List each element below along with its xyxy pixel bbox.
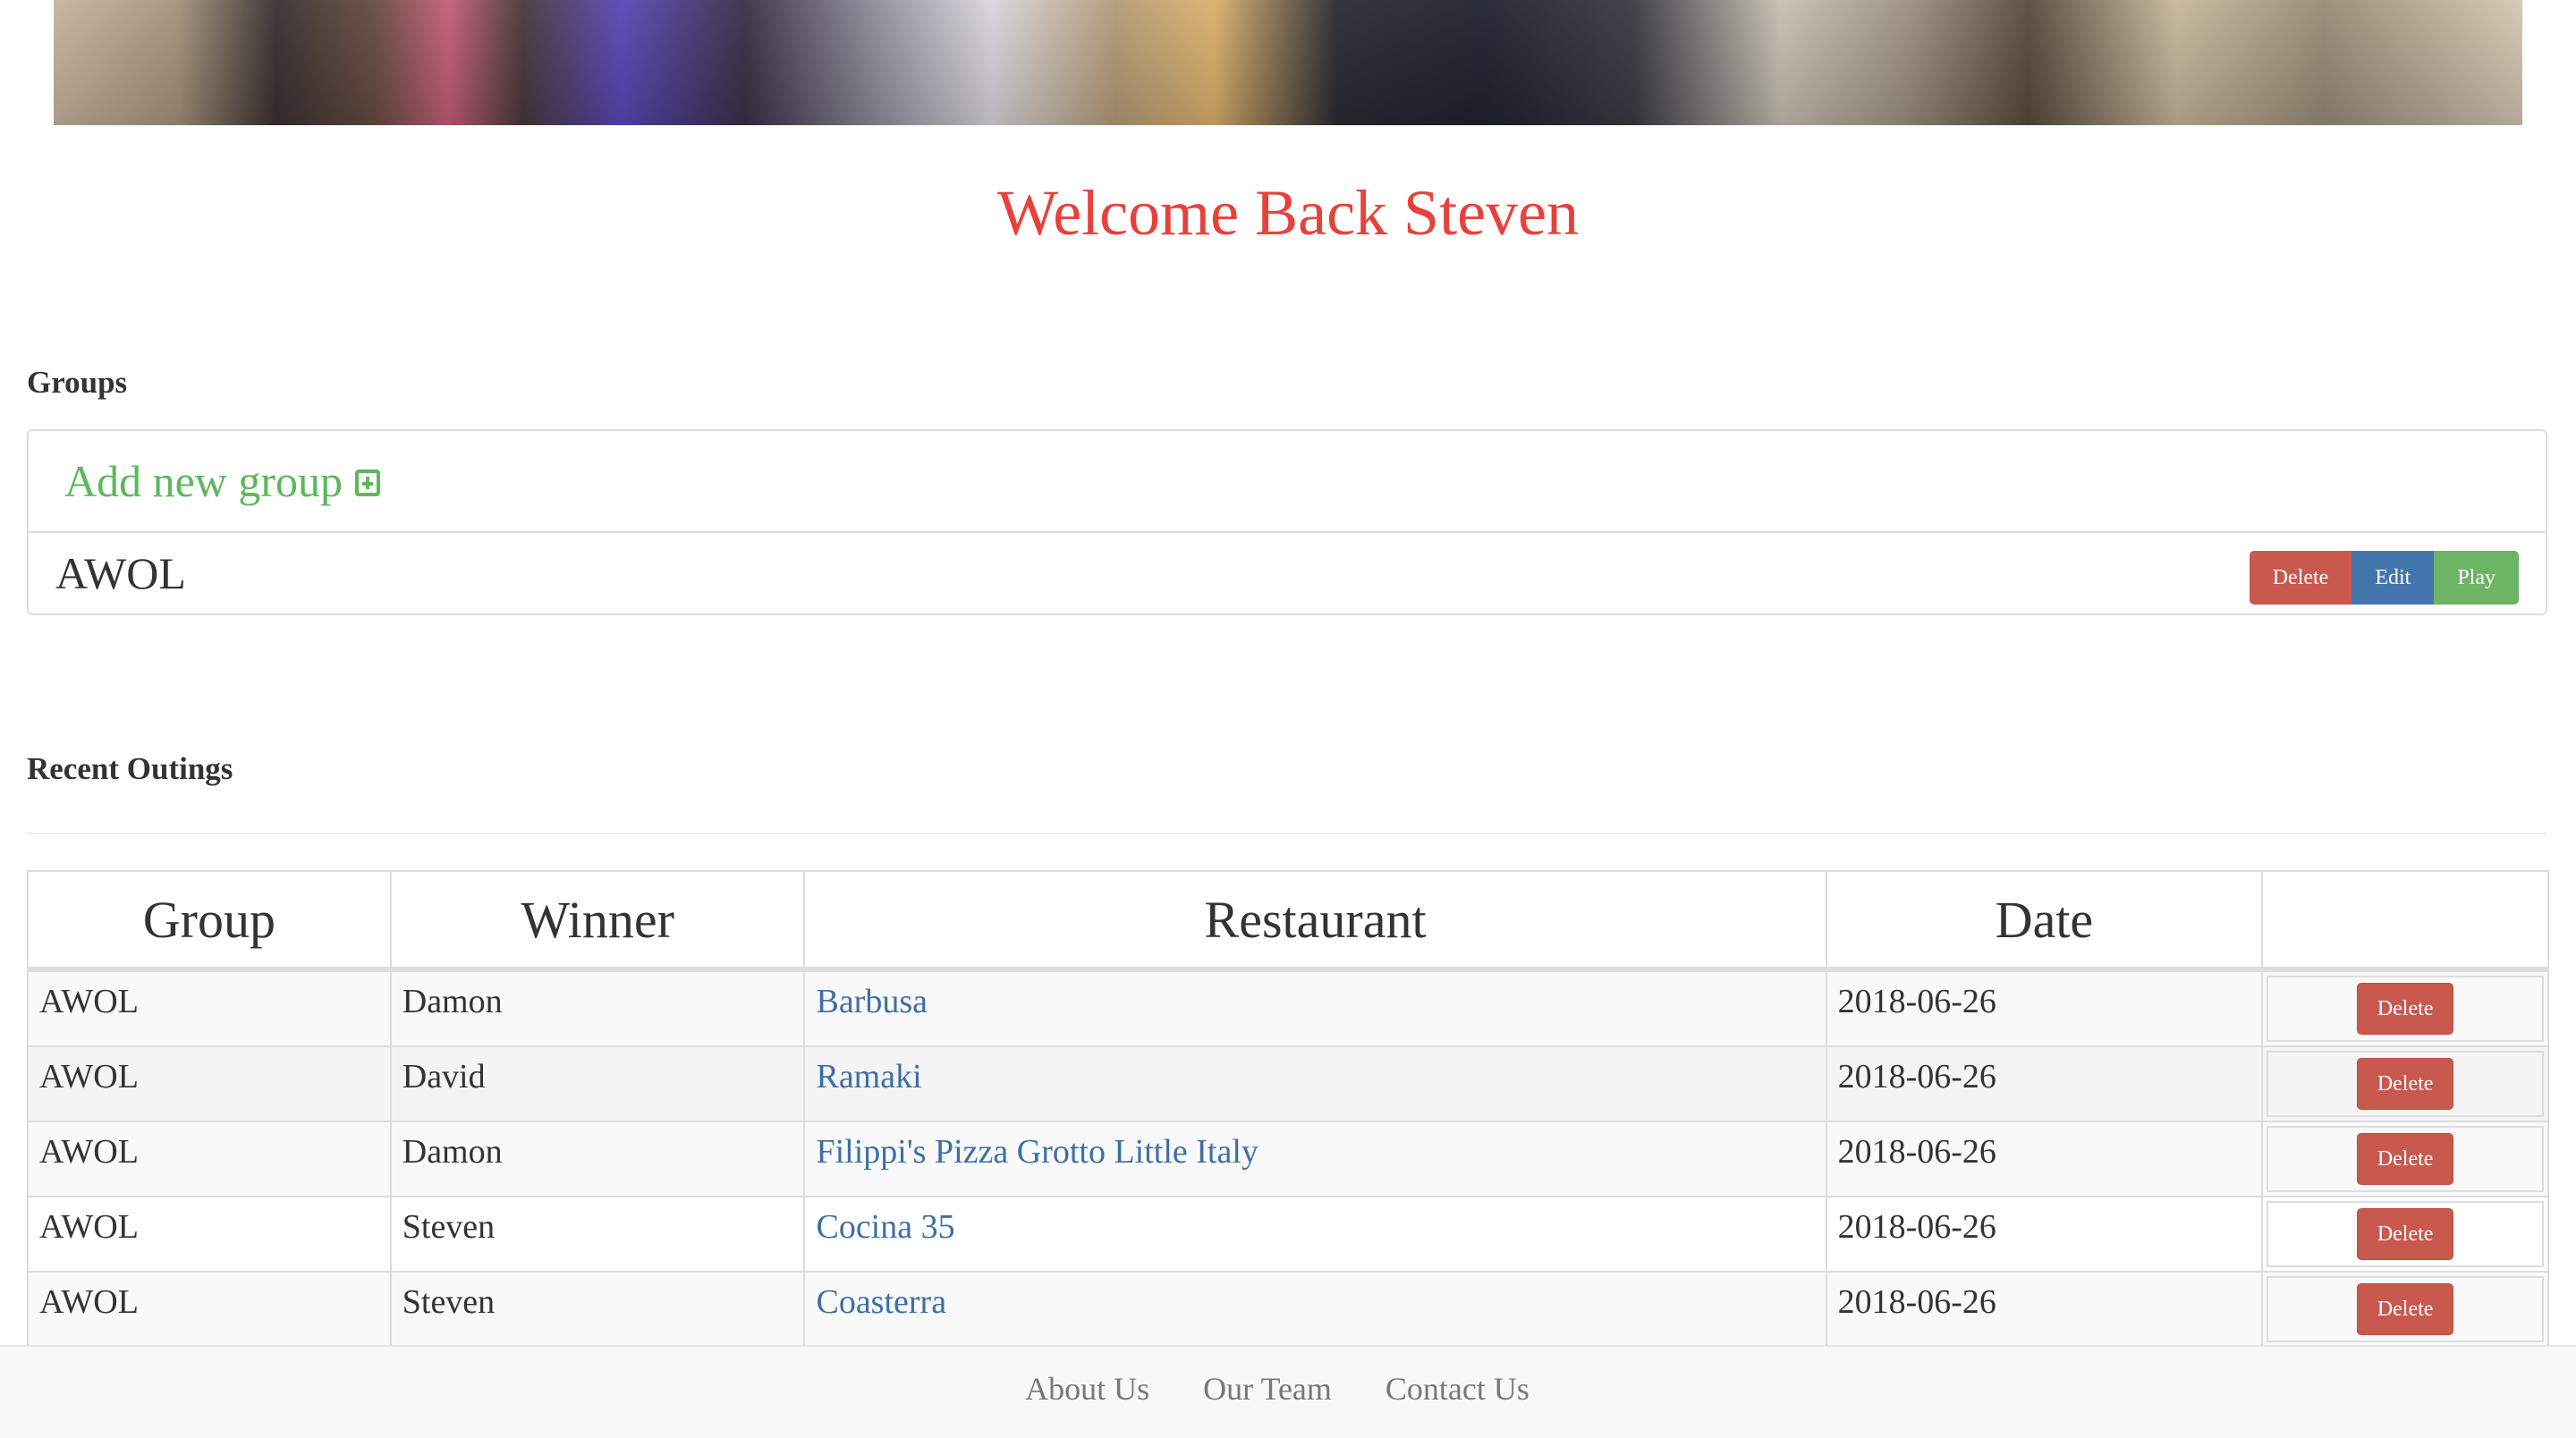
winner-text: Steven bbox=[402, 1208, 496, 1246]
column-header-actions bbox=[2261, 870, 2549, 972]
group-item: AWOL Delete Edit Play bbox=[29, 533, 2546, 613]
column-header-winner: Winner bbox=[389, 870, 806, 972]
restaurant-link[interactable]: Cocina 35 bbox=[816, 1208, 954, 1246]
cell-date: 2018-06-26 bbox=[1825, 1271, 2264, 1348]
table-row: AWOL Damon Filippi's Pizza Grotto Little… bbox=[27, 1121, 2549, 1197]
add-new-group-label: Add new group bbox=[64, 456, 343, 506]
edit-group-button[interactable]: Edit bbox=[2351, 551, 2435, 605]
cell-restaurant: Cocina 35 bbox=[803, 1196, 1827, 1273]
group-text: AWOL bbox=[39, 1208, 139, 1246]
table-row: AWOL Steven Cocina 35 2018-06-26 Delete bbox=[27, 1196, 2549, 1273]
cell-winner: Steven bbox=[389, 1196, 806, 1273]
cell-action: Delete bbox=[2261, 1196, 2549, 1273]
date-text: 2018-06-26 bbox=[1837, 1283, 1996, 1321]
delete-outing-button[interactable]: Delete bbox=[2357, 983, 2454, 1035]
cell-action: Delete bbox=[2261, 1121, 2549, 1197]
cell-restaurant: Filippi's Pizza Grotto Little Italy bbox=[803, 1121, 1827, 1197]
delete-outing-button[interactable]: Delete bbox=[2357, 1283, 2454, 1335]
group-text: AWOL bbox=[39, 1133, 139, 1171]
delete-group-button[interactable]: Delete bbox=[2249, 551, 2352, 605]
banner-image bbox=[54, 0, 2522, 125]
add-new-group-link[interactable]: Add new group bbox=[64, 455, 381, 507]
column-header-date: Date bbox=[1825, 870, 2264, 972]
winner-text: David bbox=[402, 1058, 486, 1095]
cell-group: AWOL bbox=[27, 969, 392, 1047]
cell-group: AWOL bbox=[27, 1271, 392, 1348]
group-text: AWOL bbox=[39, 1058, 139, 1095]
cell-winner: Damon bbox=[389, 1121, 806, 1197]
play-group-button[interactable]: Play bbox=[2434, 551, 2519, 605]
restaurant-link[interactable]: Filippi's Pizza Grotto Little Italy bbox=[816, 1133, 1258, 1171]
delete-outing-button[interactable]: Delete bbox=[2357, 1133, 2454, 1185]
date-text: 2018-06-26 bbox=[1837, 983, 1996, 1020]
footer-link-our-team[interactable]: Our Team bbox=[1203, 1370, 1332, 1408]
recent-outings-title: Recent Outings bbox=[27, 751, 233, 786]
group-name: AWOL bbox=[55, 548, 186, 598]
winner-text: Damon bbox=[402, 1133, 503, 1171]
date-text: 2018-06-26 bbox=[1837, 1058, 1996, 1095]
cell-restaurant: Ramaki bbox=[803, 1045, 1827, 1122]
table-row: AWOL Damon Barbusa 2018-06-26 Delete bbox=[27, 969, 2549, 1047]
plus-square-icon bbox=[355, 469, 381, 496]
cell-date: 2018-06-26 bbox=[1825, 969, 2264, 1047]
divider bbox=[27, 833, 2547, 834]
recent-outings-table: Group Winner Restaurant Date AWOL Damon … bbox=[27, 870, 2549, 1348]
column-header-restaurant: Restaurant bbox=[803, 870, 1827, 972]
delete-outing-button[interactable]: Delete bbox=[2357, 1058, 2454, 1110]
cell-winner: Steven bbox=[389, 1271, 806, 1348]
groups-panel: Add new group AWOL Delete Edit Play bbox=[27, 429, 2547, 615]
cell-group: AWOL bbox=[27, 1196, 392, 1273]
restaurant-link[interactable]: Ramaki bbox=[816, 1058, 921, 1095]
cell-date: 2018-06-26 bbox=[1825, 1196, 2264, 1273]
groups-title: Groups bbox=[27, 365, 128, 400]
cell-group: AWOL bbox=[27, 1121, 392, 1197]
restaurant-link[interactable]: Coasterra bbox=[816, 1283, 946, 1321]
table-header-row: Group Winner Restaurant Date bbox=[27, 870, 2549, 972]
cell-restaurant: Coasterra bbox=[803, 1271, 1827, 1348]
cell-date: 2018-06-26 bbox=[1825, 1121, 2264, 1197]
cell-action: Delete bbox=[2261, 1045, 2549, 1122]
footer-link-contact-us[interactable]: Contact Us bbox=[1385, 1370, 1530, 1408]
cell-restaurant: Barbusa bbox=[803, 969, 1827, 1047]
table-row: AWOL Steven Coasterra 2018-06-26 Delete bbox=[27, 1271, 2549, 1348]
winner-text: Damon bbox=[402, 983, 503, 1020]
restaurant-link[interactable]: Barbusa bbox=[816, 983, 928, 1020]
table-row: AWOL David Ramaki 2018-06-26 Delete bbox=[27, 1045, 2549, 1122]
cell-winner: David bbox=[389, 1045, 806, 1122]
delete-outing-button[interactable]: Delete bbox=[2357, 1208, 2454, 1260]
cell-action: Delete bbox=[2261, 1271, 2549, 1348]
footer: About Us Our Team Contact Us bbox=[0, 1345, 2576, 1438]
cell-group: AWOL bbox=[27, 1045, 392, 1122]
cell-winner: Damon bbox=[389, 969, 806, 1047]
cell-action: Delete bbox=[2261, 969, 2549, 1047]
group-text: AWOL bbox=[39, 983, 139, 1020]
group-actions: Delete Edit Play bbox=[2249, 551, 2519, 605]
group-text: AWOL bbox=[39, 1283, 139, 1321]
column-header-group: Group bbox=[27, 870, 392, 972]
add-group-row: Add new group bbox=[29, 431, 2546, 533]
winner-text: Steven bbox=[402, 1283, 496, 1321]
date-text: 2018-06-26 bbox=[1837, 1208, 1996, 1246]
welcome-heading: Welcome Back Steven bbox=[997, 177, 1579, 249]
cell-date: 2018-06-26 bbox=[1825, 1045, 2264, 1122]
date-text: 2018-06-26 bbox=[1837, 1133, 1996, 1171]
footer-link-about-us[interactable]: About Us bbox=[1025, 1370, 1149, 1408]
